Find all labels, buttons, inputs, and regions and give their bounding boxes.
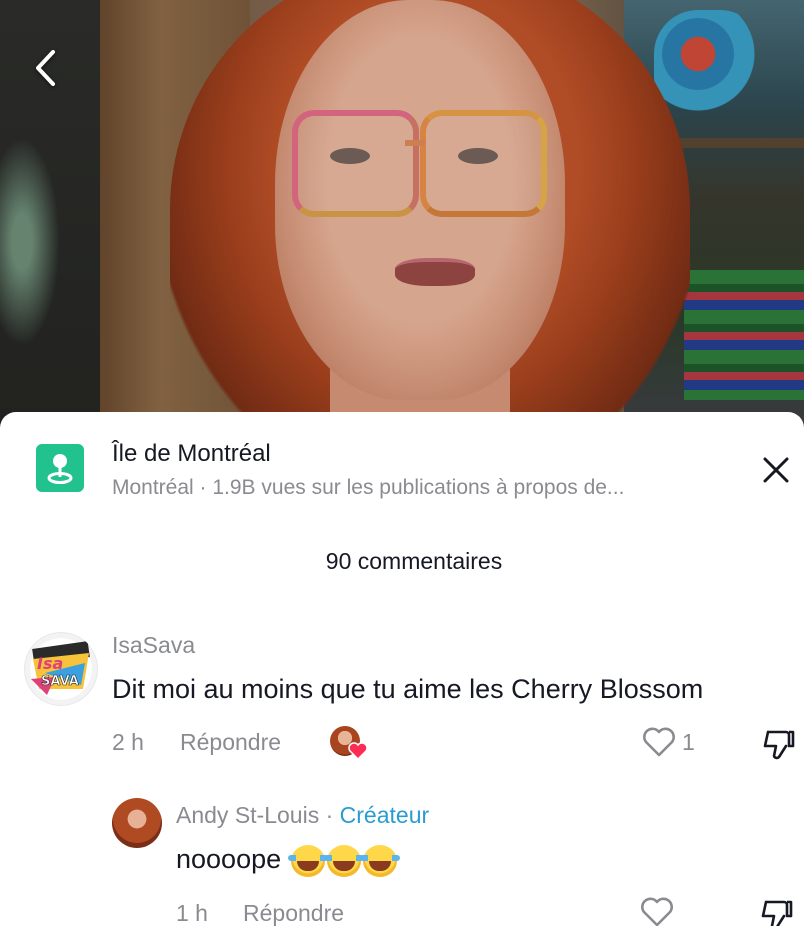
tears-of-joy-emoji <box>359 844 400 877</box>
back-button[interactable] <box>28 46 62 90</box>
svg-text:SAVA: SAVA <box>41 674 79 689</box>
heart-outline-icon <box>643 727 675 757</box>
comment-reply-item: Andy St-Louis · Créateur noooope 1 h Rép… <box>0 796 804 926</box>
location-title: Île de Montréal <box>112 440 271 467</box>
location-header[interactable]: Île de Montréal Montréal · 1.9B vues sur… <box>0 412 804 512</box>
map-pin-icon <box>36 444 84 492</box>
reply-text: noooope <box>176 844 282 874</box>
heart-badge-icon <box>348 742 368 760</box>
video-overlay <box>0 0 804 440</box>
thumbs-down-icon <box>763 730 795 760</box>
avatar[interactable] <box>112 798 162 848</box>
comment-username[interactable]: Andy St-Louis · Créateur <box>176 802 429 829</box>
comments-sheet: Île de Montréal Montréal · 1.9B vues sur… <box>0 412 804 926</box>
dislike-button[interactable] <box>762 726 798 767</box>
tears-of-joy-emoji <box>323 844 364 877</box>
isasava-logo: Isa SAVA <box>31 641 90 695</box>
comments-count: 90 commentaires <box>325 548 503 574</box>
chevron-left-icon <box>36 50 55 86</box>
close-button[interactable] <box>758 452 794 488</box>
avatar[interactable]: Isa SAVA <box>24 632 98 706</box>
comment-time: 2 h <box>112 729 144 755</box>
location-subtitle: Montréal · 1.9B vues sur les publication… <box>112 476 625 499</box>
creator-liked-badge <box>330 726 368 762</box>
reply-username: Andy St-Louis <box>176 802 320 828</box>
svg-text:Isa: Isa <box>37 654 63 673</box>
like-count: 1 <box>682 728 695 755</box>
username-separator: · <box>319 802 340 828</box>
reply-button[interactable]: Répondre <box>243 900 344 926</box>
comment-text: Dit moi au moins que tu aime les Cherry … <box>112 674 704 704</box>
comment-item: Isa SAVA IsaSava Dit moi au moins que tu… <box>0 622 804 772</box>
like-button[interactable]: 1 <box>642 726 695 758</box>
dislike-button[interactable] <box>760 896 796 926</box>
comment-time: 1 h <box>176 900 208 926</box>
like-button[interactable] <box>640 896 674 926</box>
thumbs-down-icon <box>761 900 793 926</box>
creator-badge: Créateur <box>339 802 430 828</box>
reply-button[interactable]: Répondre <box>180 729 281 756</box>
comment-username[interactable]: IsaSava <box>112 632 195 659</box>
video-player[interactable] <box>0 0 804 440</box>
heart-outline-icon <box>641 897 673 926</box>
close-icon <box>763 457 789 483</box>
tears-of-joy-emoji <box>287 844 328 877</box>
comment-text: noooope <box>176 844 400 877</box>
